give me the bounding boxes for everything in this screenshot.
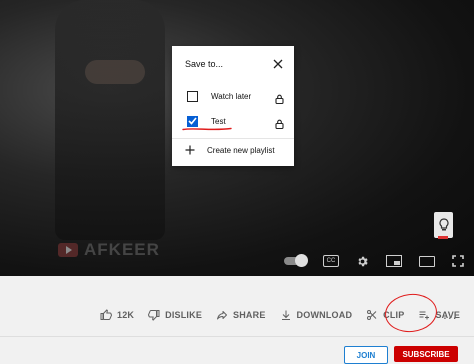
lock-icon (275, 116, 284, 130)
video-frame-figure (55, 0, 165, 240)
more-actions-button[interactable]: ... (443, 306, 458, 322)
playlist-label: Test (211, 116, 226, 126)
test-checkbox[interactable] (187, 115, 198, 127)
share-arrow-icon (217, 311, 228, 320)
channel-watermark: AFKEER (58, 240, 160, 260)
dislike-label: DISLIKE (165, 310, 203, 320)
channel-logo-icon (58, 243, 78, 257)
subscribe-button[interactable]: SUBSCRIBE (394, 346, 458, 362)
checkmark-icon (188, 117, 197, 125)
watermark-text: AFKEER (84, 240, 160, 259)
share-button[interactable]: SHARE (216, 309, 266, 321)
player-controls: CC (280, 250, 474, 272)
create-new-playlist-button[interactable]: Create new playlist (185, 145, 275, 155)
dialog-title: Save to... (185, 59, 224, 69)
download-label: DOWNLOAD (296, 310, 353, 320)
theater-mode-icon[interactable] (419, 251, 435, 271)
thumbs-down-icon (148, 310, 160, 321)
video-frame-hands (85, 60, 145, 84)
create-playlist-label: Create new playlist (207, 145, 275, 155)
dialog-divider (172, 138, 294, 139)
dialog-header: Save to... (185, 57, 284, 71)
download-button[interactable]: DOWNLOAD (280, 309, 353, 321)
scissors-icon (367, 310, 377, 320)
autoplay-toggle-icon[interactable] (284, 251, 308, 271)
playlist-row-watch-later[interactable]: Watch later (187, 88, 284, 105)
share-label: SHARE (233, 310, 266, 320)
plus-icon (185, 145, 195, 155)
miniplayer-icon[interactable] (386, 251, 402, 271)
save-to-playlist-dialog: Save to... Watch later Test Create new p… (172, 46, 294, 166)
close-icon[interactable] (272, 58, 284, 70)
subtitles-icon[interactable]: CC (323, 251, 339, 271)
playlist-label: Watch later (211, 91, 252, 101)
lightbulb-icon[interactable] (434, 212, 453, 238)
dislike-button[interactable]: DISLIKE (148, 309, 202, 321)
watch-later-checkbox[interactable] (187, 90, 198, 102)
test-annotation-underline (182, 127, 232, 131)
thumbs-up-icon (100, 309, 112, 320)
settings-icon[interactable] (356, 251, 369, 271)
lightbulb-indicator (438, 236, 448, 239)
download-icon (281, 310, 290, 320)
save-annotation-circle (383, 291, 439, 335)
like-count: 12K (117, 310, 135, 320)
lock-icon (275, 91, 284, 105)
like-button[interactable]: 12K (100, 309, 134, 321)
join-button[interactable]: JOIN (344, 346, 388, 364)
fullscreen-icon[interactable] (452, 251, 464, 271)
